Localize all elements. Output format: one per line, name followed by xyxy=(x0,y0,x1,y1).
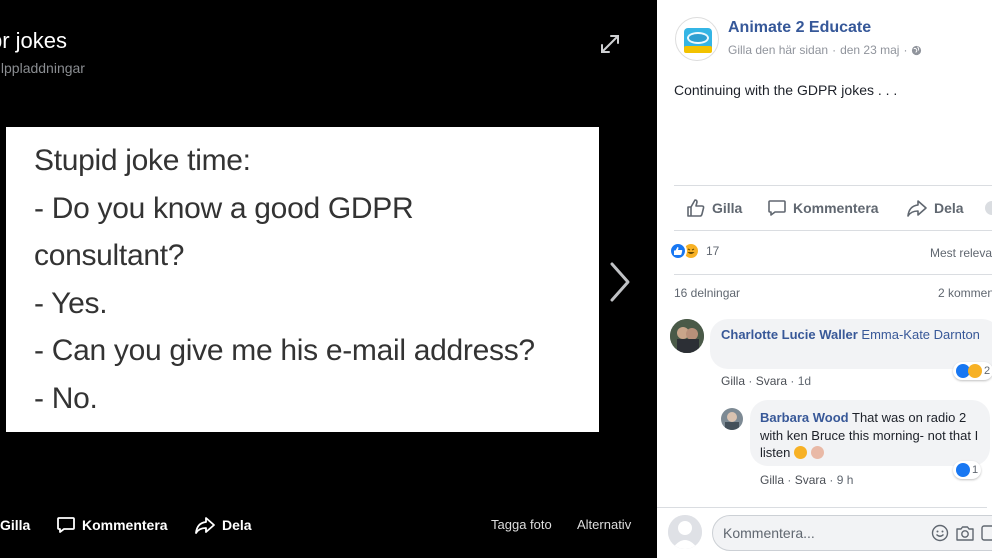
divider xyxy=(674,230,992,231)
page-name-link[interactable]: Animate 2 Educate xyxy=(728,19,871,37)
post-date[interactable]: den 23 maj xyxy=(840,43,899,57)
comment-input[interactable] xyxy=(723,525,923,541)
divider xyxy=(674,274,992,275)
gif-icon[interactable] xyxy=(981,524,992,542)
comment-reply-link[interactable]: Svara xyxy=(756,374,787,388)
default-avatar-icon xyxy=(668,515,702,549)
comment-author[interactable]: Charlotte Lucie Waller xyxy=(721,327,858,342)
reply-like-link[interactable]: Gilla xyxy=(760,473,784,487)
like-reaction-icon xyxy=(956,463,970,477)
post-text: Continuing with the GDPR jokes . . . xyxy=(674,82,898,98)
reaction-count: 17 xyxy=(706,244,720,258)
comment-bubble: Charlotte Lucie Waller Emma-Kate Darnton xyxy=(710,319,992,369)
reaction-summary[interactable]: 17 xyxy=(669,242,719,260)
viewer-comment-label: Kommentera xyxy=(82,517,168,533)
share-icon xyxy=(195,517,215,534)
reply-meta: Gilla · Svara · 9 h xyxy=(760,473,854,487)
post-like-button[interactable]: Gilla xyxy=(686,197,742,219)
viewer-share-button[interactable]: Dela xyxy=(194,512,252,538)
like-page-link[interactable]: Gilla den här sidan xyxy=(728,43,828,57)
post-panel: Animate 2 Educate Gilla den här sidan · … xyxy=(657,0,992,558)
avatar xyxy=(670,319,704,353)
woman-emoji-icon xyxy=(810,446,824,459)
comment-avatar[interactable] xyxy=(670,319,704,353)
reply-reply-link[interactable]: Svara xyxy=(795,473,826,487)
globe-icon[interactable] xyxy=(911,45,922,56)
emoji-icon[interactable] xyxy=(931,524,949,542)
comment-composer xyxy=(712,515,992,551)
post-share-label: Dela xyxy=(934,200,964,216)
post-comment-label: Kommentera xyxy=(793,200,879,216)
post-like-label: Gilla xyxy=(712,200,743,216)
chevron-down-icon[interactable] xyxy=(984,200,992,216)
like-reaction-icon xyxy=(669,242,687,260)
expand-icon[interactable] xyxy=(598,32,622,56)
photo-viewer: pr jokes bilppladdningar Stupid joke tim… xyxy=(0,0,657,558)
rofl-emoji-icon xyxy=(793,446,807,459)
reply-bubble: Barbara Wood That was on radio 2 with ke… xyxy=(750,400,990,466)
divider xyxy=(657,507,987,508)
viewer-action-bar: Gilla Kommentera Dela Tagga foto Alterna… xyxy=(0,512,657,538)
album-subtitle[interactable]: bilppladdningar xyxy=(0,60,85,76)
next-photo-icon[interactable] xyxy=(606,260,634,304)
comment-reaction-count: 2 xyxy=(984,365,991,377)
post-action-bar: Gilla Kommentera Dela xyxy=(674,197,992,219)
avatar xyxy=(721,408,743,430)
options-link[interactable]: Alternativ xyxy=(577,512,631,538)
post-share-button[interactable]: Dela xyxy=(906,197,964,219)
comment-icon xyxy=(768,200,786,216)
current-user-avatar xyxy=(668,515,702,549)
thumbs-up-icon xyxy=(687,199,705,217)
share-icon xyxy=(907,200,927,217)
camera-icon[interactable] xyxy=(955,524,975,542)
reply-reaction-count: 1 xyxy=(972,464,979,476)
viewer-like-button[interactable]: Gilla xyxy=(0,512,30,538)
photo-joke-text: Stupid joke time: - Do you know a good G… xyxy=(34,144,535,415)
comment-time[interactable]: 1d xyxy=(798,374,811,388)
shares-count[interactable]: 16 delningar xyxy=(674,286,740,300)
comment-reactions[interactable]: 2 xyxy=(953,362,992,380)
reply-author[interactable]: Barbara Wood xyxy=(760,410,849,425)
comments-count[interactable]: 2 kommentarer xyxy=(938,286,992,300)
post-meta: Gilla den här sidan · den 23 maj · xyxy=(728,43,922,57)
reply-avatar[interactable] xyxy=(721,408,743,430)
viewer-like-label: Gilla xyxy=(0,517,31,533)
sort-comments-dropdown[interactable]: Mest relevanta xyxy=(930,246,992,260)
divider xyxy=(674,185,992,186)
comment-icon xyxy=(57,517,75,533)
haha-reaction-icon xyxy=(968,364,982,378)
post-comment-button[interactable]: Kommentera xyxy=(767,197,879,219)
album-title[interactable]: pr jokes xyxy=(0,28,67,54)
reply-reactions[interactable]: 1 xyxy=(953,461,982,479)
viewer-share-label: Dela xyxy=(222,517,252,533)
post-photo: Stupid joke time: - Do you know a good G… xyxy=(6,127,599,432)
comment-meta: Gilla · Svara · 1d xyxy=(721,374,812,388)
tag-photo-link[interactable]: Tagga foto xyxy=(491,512,552,538)
comment-mention[interactable]: Emma-Kate Darnton xyxy=(861,327,980,342)
reply-time[interactable]: 9 h xyxy=(837,473,854,487)
comment-like-link[interactable]: Gilla xyxy=(721,374,745,388)
viewer-comment-button[interactable]: Kommentera xyxy=(56,512,168,538)
page-avatar[interactable] xyxy=(675,17,719,61)
animate-2-educate-logo xyxy=(684,28,712,53)
